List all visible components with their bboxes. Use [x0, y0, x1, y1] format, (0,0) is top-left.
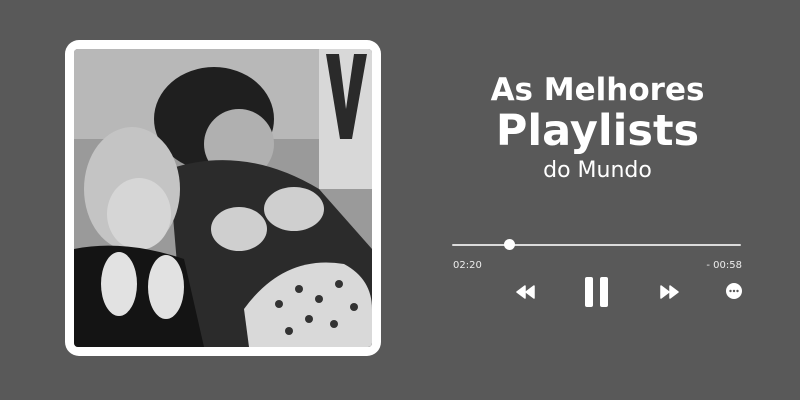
rewind-button[interactable] [516, 285, 536, 299]
album-cover-photo [74, 49, 372, 347]
more-options-button[interactable] [726, 283, 742, 299]
progress-knob[interactable] [504, 239, 516, 250]
fast-forward-icon [660, 285, 679, 299]
more-options-icon [726, 283, 742, 299]
time-remaining: - 00:58 [706, 260, 742, 271]
rewind-icon [516, 285, 535, 299]
time-elapsed: 02:20 [453, 260, 482, 271]
title-line-3: do Mundo [543, 158, 652, 183]
progress-bar[interactable] [452, 244, 741, 246]
album-cover-frame [65, 40, 381, 356]
title-line-2: Playlists [495, 106, 700, 156]
title-line-1: As Melhores [490, 72, 705, 108]
album-cover-image [74, 49, 372, 347]
pause-button[interactable] [584, 277, 610, 307]
playlist-title: As Melhores Playlists do Mundo [470, 70, 725, 186]
fast-forward-button[interactable] [659, 285, 679, 299]
pause-icon [585, 277, 608, 307]
